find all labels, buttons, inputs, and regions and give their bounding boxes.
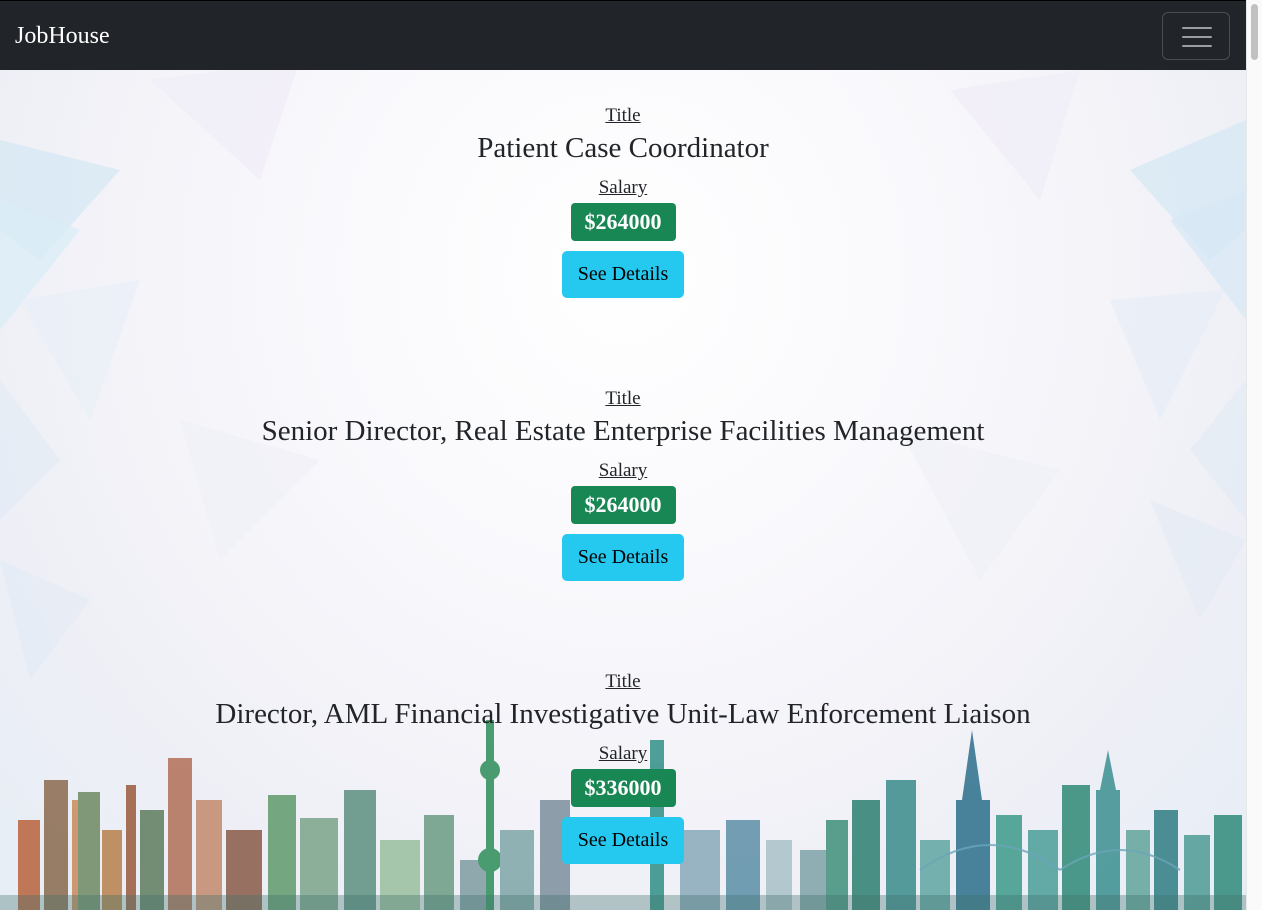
salary-badge: $264000 <box>570 203 676 241</box>
scrollbar-thumb[interactable] <box>1251 4 1258 60</box>
salary-badge: $336000 <box>570 769 676 807</box>
see-details-button[interactable]: See Details <box>562 251 684 298</box>
see-details-button[interactable]: See Details <box>562 817 684 864</box>
title-label: Title <box>605 388 641 409</box>
salary-label: Salary <box>598 177 648 198</box>
job-title: Patient Case Coordinator <box>477 132 769 164</box>
navbar-toggler-button[interactable] <box>1162 12 1230 60</box>
job-title: Director, AML Financial Investigative Un… <box>215 698 1031 730</box>
see-details-button[interactable]: See Details <box>562 534 684 581</box>
salary-badge: $264000 <box>570 486 676 524</box>
salary-label: Salary <box>598 743 648 764</box>
page: JobHouse Title Patient Case Coordinator … <box>0 0 1262 910</box>
title-label: Title <box>605 671 641 692</box>
salary-label: Salary <box>598 460 648 481</box>
job-listing: Title Patient Case Coordinator Salary $2… <box>0 105 1246 298</box>
job-title: Senior Director, Real Estate Enterprise … <box>261 415 985 447</box>
brand-link[interactable]: JobHouse <box>15 22 110 50</box>
title-label: Title <box>605 105 641 126</box>
navbar: JobHouse <box>0 0 1246 70</box>
job-listing: Title Director, AML Financial Investigat… <box>0 671 1246 864</box>
job-listing: Title Senior Director, Real Estate Enter… <box>0 388 1246 581</box>
vertical-scrollbar[interactable] <box>1246 0 1262 910</box>
